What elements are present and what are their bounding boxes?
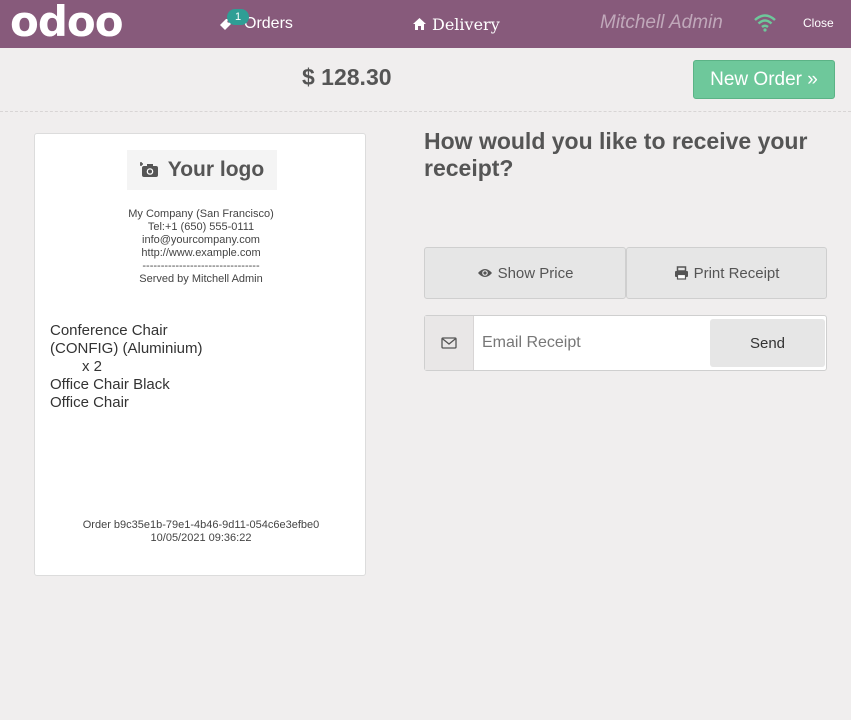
order-reference: Order b9c35e1b-79e1-4b46-9d11-054c6e3efb… (35, 519, 367, 545)
logo-text: odoo (10, 0, 124, 46)
wifi-icon (754, 14, 776, 37)
receipt-logo: Your logo (127, 150, 277, 190)
show-price-label: Show Price (497, 264, 574, 282)
camera-icon (139, 162, 158, 177)
line-product: Office Chair (50, 394, 129, 411)
line-variant: (CONFIG) (Aluminium) (50, 340, 203, 357)
print-receipt-label: Print Receipt (693, 264, 780, 282)
company-phone: Tel:+1 (650) 555-0111 (147, 221, 255, 233)
company-email: info@yourcompany.com (142, 234, 260, 246)
line-product: Office Chair Black (50, 376, 170, 393)
order-id: Order b9c35e1b-79e1-4b46-9d11-054c6e3efb… (82, 519, 320, 531)
eye-icon (477, 269, 492, 277)
company-name: My Company (San Francisco) (128, 208, 274, 220)
order-total: $ 128.30 (302, 64, 392, 90)
email-input[interactable] (482, 326, 702, 360)
orders-count-badge: 1 (227, 9, 249, 25)
line-product: Conference Chair (50, 322, 168, 339)
show-price-button[interactable]: Show Price (424, 247, 626, 299)
receipt-preview: Your logo My Company (San Francisco) Tel… (34, 133, 366, 576)
delivery-label: Delivery (432, 14, 500, 34)
orders-label: Orders (244, 15, 293, 32)
odoo-logo: odoo (10, 0, 124, 46)
order-date: 10/05/2021 09:36:22 (150, 532, 252, 544)
company-website: http://www.example.com (141, 247, 261, 259)
home-icon (413, 18, 426, 30)
print-icon (674, 266, 688, 280)
receipt-question: How would you like to receive your recei… (424, 128, 808, 181)
company-info: My Company (San Francisco) Tel:+1 (650) … (35, 208, 367, 286)
receipt-actions: Show Price Print Receipt (424, 247, 827, 299)
new-order-button[interactable]: New Order » (693, 60, 835, 99)
receipt-logo-text: Your logo (167, 158, 265, 181)
line-quantity: x 2 (82, 358, 103, 375)
delivery-button[interactable]: Delivery (412, 10, 500, 38)
top-bar: odoo Orders 1 Delivery Mitchell Admin Cl… (0, 0, 851, 48)
served-by: Served by Mitchell Admin (139, 273, 263, 285)
envelope-icon (425, 316, 474, 370)
separator: -------------------------------- (142, 260, 260, 272)
user-name: Mitchell Admin (600, 12, 723, 33)
send-button[interactable]: Send (710, 319, 825, 367)
receipt-lines: Conference Chair (CONFIG) (Aluminium) x … (50, 322, 203, 412)
close-button[interactable]: Close (803, 16, 834, 30)
email-receipt-group: Send (424, 315, 827, 371)
print-receipt-button[interactable]: Print Receipt (626, 247, 827, 299)
